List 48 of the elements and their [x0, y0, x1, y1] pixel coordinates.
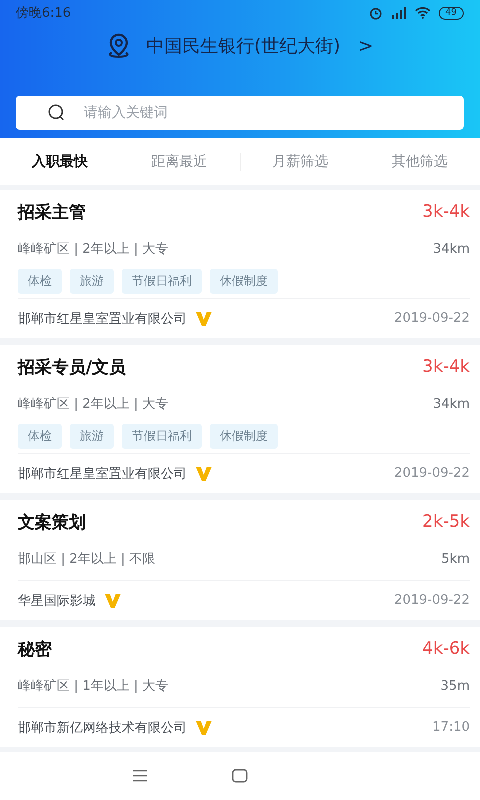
distance: 34km [433, 242, 470, 256]
battery-level: 49 [438, 6, 464, 20]
search-field[interactable]: 请输入关键词 [16, 96, 464, 130]
job-info: 峰峰矿区 | 2年以上 | 大专 [18, 396, 169, 413]
company-name: 邯郸市新亿网络技术有限公司 [18, 720, 187, 736]
benefit-tag: 节假日福利 [122, 268, 202, 294]
job-title: 招采专员/文员 [18, 356, 126, 378]
job-title: 文案策划 [18, 512, 86, 534]
benefit-tag: 旅游 [70, 424, 114, 448]
signal-icon [390, 7, 407, 19]
distance: 35m [440, 678, 470, 694]
company-name: 邯郸市红星皇室置业有限公司 [18, 466, 187, 482]
job-card[interactable]: 秘密 4k-6k 峰峰矿区 | 1年以上 | 大专 35m 邯郸市新亿网络技术有限公司 17:10 [0, 627, 480, 747]
benefit-tag: 休假制度 [210, 424, 278, 448]
post-date: 17:10 [432, 720, 470, 735]
salary: 2k-5k [422, 512, 470, 532]
location-arrow[interactable]: > [358, 36, 374, 56]
job-card[interactable]: 招采主管 3k-4k 峰峰矿区 | 2年以上 | 大专 34km 体检 旅游 节假日福利 休假制度 邯郸市红星皇室置业有限公司 2019-09-22 [0, 190, 480, 338]
distance: 34km [433, 396, 470, 412]
job-card[interactable]: 文案策划 2k-5k 邯山区 | 2年以上 | 不限 5km 华星国际影城 2019-09-22 [0, 500, 480, 620]
alarm-icon [368, 6, 383, 20]
job-info: 峰峰矿区 | 2年以上 | 大专 [18, 241, 169, 258]
company-name: 邯郸市红星皇室置业有限公司 [18, 310, 187, 328]
job-title: 秘密 [18, 638, 52, 660]
post-date: 2019-09-22 [394, 593, 470, 608]
distance: 5km [442, 552, 470, 566]
salary: 3k-4k [422, 357, 470, 377]
filter-tab[interactable]: 入职最快 [0, 152, 120, 170]
benefit-tag: 休假制度 [210, 268, 278, 294]
wifi-icon [414, 7, 431, 19]
location-name[interactable]: 中国民生银行(世纪大街) [146, 34, 340, 58]
company-name: 华星国际影城 [18, 592, 96, 610]
post-date: 2019-09-22 [394, 311, 470, 326]
status-time: 傍晚6:16 [16, 5, 72, 22]
home-icon[interactable] [232, 769, 248, 783]
post-date: 2019-09-22 [394, 466, 470, 481]
salary: 3k-4k [422, 202, 470, 222]
benefit-tag: 体检 [18, 268, 62, 294]
benefit-tag: 节假日福利 [122, 424, 202, 448]
job-info: 邯山区 | 2年以上 | 不限 [18, 551, 156, 568]
benefit-tag: 体检 [18, 424, 62, 448]
salary: 4k-6k [422, 639, 470, 659]
job-card[interactable]: 招采专员/文员 3k-4k 峰峰矿区 | 2年以上 | 大专 34km 体检 旅游 节假日福利 休假制度 邯郸市红星皇室置业有限公司 2019-09-22 [0, 345, 480, 493]
benefit-tag: 旅游 [70, 268, 114, 294]
job-title: 招采主管 [18, 202, 86, 224]
menu-icon[interactable] [132, 770, 148, 782]
search-icon [48, 104, 66, 122]
job-info: 峰峰矿区 | 1年以上 | 大专 [18, 678, 169, 695]
